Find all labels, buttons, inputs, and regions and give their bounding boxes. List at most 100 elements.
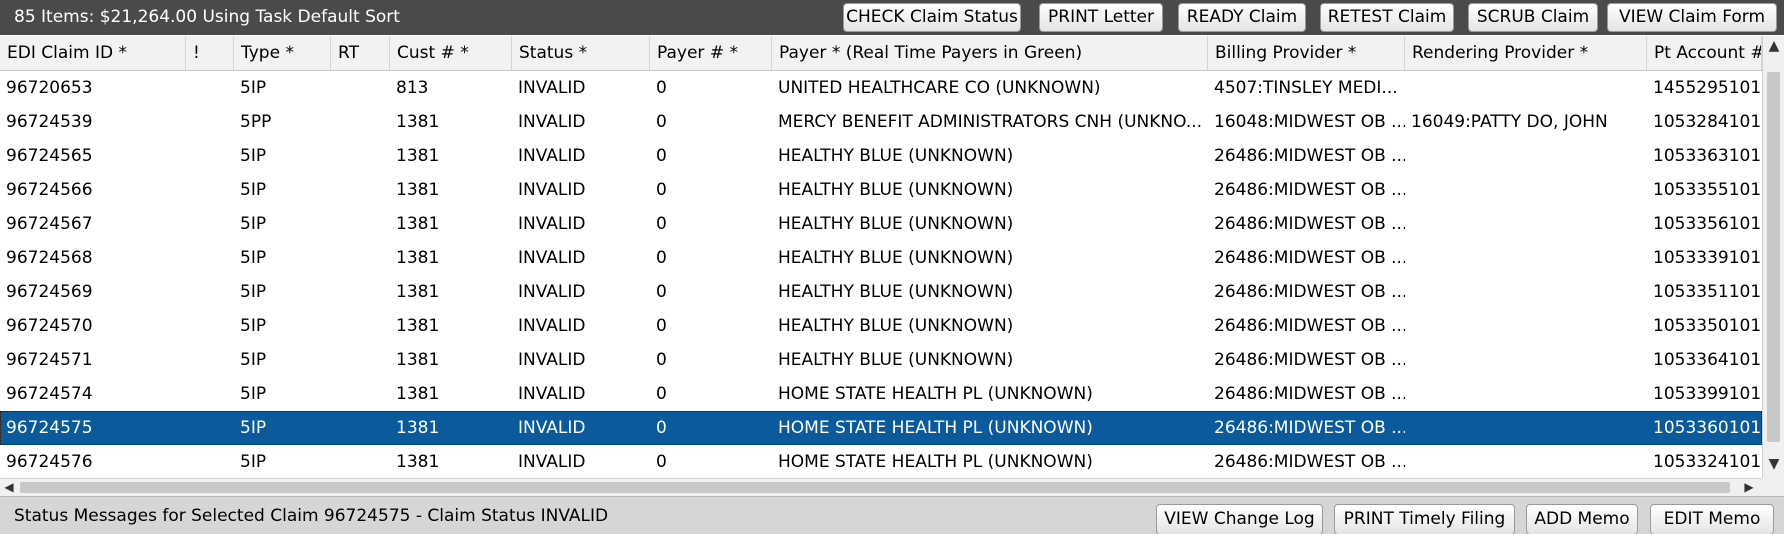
ready-claim-button[interactable]: READY Claim	[1178, 3, 1306, 32]
col-header-rt[interactable]: RT	[331, 36, 390, 70]
cell-cust-number: 1381	[396, 146, 440, 166]
table-row[interactable]: 96724571 5IP 1381 INVALID 0 HEALTHY BLUE (UNK…	[0, 343, 1762, 377]
table-row[interactable]: 96720653 5IP 813 INVALID 0 UNITED HEALTHCARE …	[0, 71, 1762, 105]
cell-status: INVALID	[518, 316, 586, 336]
cell-payer-number: 0	[656, 78, 667, 98]
cell-payer: HOME STATE HEALTH PL (UNKNOWN)	[778, 452, 1093, 472]
cell-rt	[331, 377, 390, 411]
claims-grid: EDI Claim ID * ! Type * RT Cust # * Stat…	[0, 36, 1784, 496]
vertical-scrollbar[interactable]: ▲ ▼	[1762, 36, 1784, 478]
table-row[interactable]: 96724570 5IP 1381 INVALID 0 HEALTHY BLUE (UNK…	[0, 309, 1762, 343]
cell-billing-provider: 26486:MIDWEST OB ...	[1214, 282, 1405, 302]
cell-rendering-provider	[1405, 207, 1647, 241]
table-row[interactable]: 96724566 5IP 1381 INVALID 0 HEALTHY BLUE (UNK…	[0, 173, 1762, 207]
cell-flag	[186, 377, 234, 411]
table-row[interactable]: 96724574 5IP 1381 INVALID 0 HOME STATE HEALTH…	[0, 377, 1762, 411]
cell-payer: HEALTHY BLUE (UNKNOWN)	[778, 350, 1014, 370]
cell-edi-claim-id: 96724574	[6, 384, 93, 404]
add-memo-button[interactable]: ADD Memo	[1526, 504, 1638, 534]
cell-edi-claim-id: 96724575	[6, 418, 93, 438]
cell-pt-account: 1053360101C	[1653, 418, 1762, 438]
col-header-payer-number[interactable]: Payer # *	[650, 36, 772, 70]
vertical-scroll-thumb[interactable]	[1767, 72, 1780, 442]
cell-rendering-provider	[1405, 411, 1647, 445]
table-row[interactable]: 96724576 5IP 1381 INVALID 0 HOME STATE HEALTH…	[0, 445, 1762, 479]
cell-pt-account: 1455295101C	[1653, 78, 1762, 98]
cell-cust-number: 1381	[396, 248, 440, 268]
cell-billing-provider: 26486:MIDWEST OB ...	[1214, 180, 1405, 200]
table-row[interactable]: 96724567 5IP 1381 INVALID 0 HEALTHY BLUE (UNK…	[0, 207, 1762, 241]
cell-rt	[331, 207, 390, 241]
retest-claim-button[interactable]: RETEST Claim	[1320, 3, 1454, 32]
print-letter-button[interactable]: PRINT Letter	[1039, 3, 1163, 32]
col-header-rendering-provider[interactable]: Rendering Provider *	[1405, 36, 1647, 70]
col-header-type[interactable]: Type *	[234, 36, 331, 70]
cell-rendering-provider	[1405, 445, 1647, 479]
cell-type: 5IP	[240, 452, 267, 472]
cell-flag	[186, 173, 234, 207]
cell-status: INVALID	[518, 452, 586, 472]
cell-billing-provider: 26486:MIDWEST OB ...	[1214, 350, 1405, 370]
cell-cust-number: 1381	[396, 214, 440, 234]
cell-rendering-provider	[1405, 309, 1647, 343]
cell-edi-claim-id: 96724565	[6, 146, 93, 166]
cell-rt	[331, 71, 390, 105]
edit-memo-button[interactable]: EDIT Memo	[1650, 504, 1774, 534]
cell-rendering-provider: 16049:PATTY DO, JOHN	[1411, 112, 1608, 132]
cell-rt	[331, 411, 390, 445]
cell-billing-provider: 16048:MIDWEST OB ...	[1214, 112, 1405, 132]
cell-rt	[331, 139, 390, 173]
cell-rendering-provider	[1405, 343, 1647, 377]
cell-payer-number: 0	[656, 180, 667, 200]
col-header-billing-provider[interactable]: Billing Provider *	[1208, 36, 1405, 70]
cell-cust-number: 1381	[396, 282, 440, 302]
col-header-pt-account[interactable]: Pt Account #	[1647, 36, 1762, 70]
cell-payer-number: 0	[656, 112, 667, 132]
table-row[interactable]: 96724565 5IP 1381 INVALID 0 HEALTHY BLUE (UNK…	[0, 139, 1762, 173]
cell-status: INVALID	[518, 78, 586, 98]
cell-pt-account: 1053350101C	[1653, 316, 1762, 336]
scroll-up-icon[interactable]: ▲	[1766, 38, 1782, 56]
cell-type: 5IP	[240, 282, 267, 302]
cell-billing-provider: 26486:MIDWEST OB ...	[1214, 384, 1405, 404]
horizontal-scrollbar[interactable]: ◀ ▶	[0, 478, 1762, 496]
cell-edi-claim-id: 96724570	[6, 316, 93, 336]
cell-billing-provider: 26486:MIDWEST OB ...	[1214, 248, 1405, 268]
check-claim-status-button[interactable]: CHECK Claim Status	[843, 3, 1021, 32]
col-header-edi-claim-id[interactable]: EDI Claim ID *	[0, 36, 186, 70]
scroll-right-icon[interactable]: ▶	[1742, 479, 1756, 495]
cell-payer-number: 0	[656, 282, 667, 302]
cell-payer-number: 0	[656, 350, 667, 370]
table-row[interactable]: 96724539 5PP 1381 INVALID 0 MERCY BENEFIT ADM…	[0, 105, 1762, 139]
col-header-cust-number[interactable]: Cust # *	[390, 36, 512, 70]
print-timely-filing-button[interactable]: PRINT Timely Filing	[1334, 504, 1515, 534]
view-change-log-button[interactable]: VIEW Change Log	[1156, 504, 1323, 534]
col-header-flag[interactable]: !	[186, 36, 234, 70]
cell-status: INVALID	[518, 146, 586, 166]
scroll-left-icon[interactable]: ◀	[2, 479, 16, 495]
cell-status: INVALID	[518, 180, 586, 200]
col-header-payer[interactable]: Payer * (Real Time Payers in Green)	[772, 36, 1208, 70]
table-row[interactable]: 96724569 5IP 1381 INVALID 0 HEALTHY BLUE (UNK…	[0, 275, 1762, 309]
cell-status: INVALID	[518, 384, 586, 404]
scrub-claim-button[interactable]: SCRUB Claim	[1468, 3, 1598, 32]
cell-payer: HOME STATE HEALTH PL (UNKNOWN)	[778, 418, 1093, 438]
cell-rt	[331, 343, 390, 377]
cell-type: 5IP	[240, 214, 267, 234]
cell-payer-number: 0	[656, 452, 667, 472]
cell-type: 5IP	[240, 418, 267, 438]
cell-pt-account: 1053364101C	[1653, 350, 1762, 370]
cell-payer-number: 0	[656, 248, 667, 268]
cell-rt	[331, 309, 390, 343]
cell-billing-provider: 26486:MIDWEST OB ...	[1214, 418, 1405, 438]
table-row[interactable]: 96724575 5IP 1381 INVALID 0 HOME STATE HEALTH…	[0, 411, 1762, 445]
cell-pt-account: 1053339101C	[1653, 248, 1762, 268]
table-row[interactable]: 96724568 5IP 1381 INVALID 0 HEALTHY BLUE (UNK…	[0, 241, 1762, 275]
view-claim-form-button[interactable]: VIEW Claim Form	[1607, 3, 1777, 32]
col-header-status[interactable]: Status *	[512, 36, 650, 70]
cell-pt-account: 1053355101C	[1653, 180, 1762, 200]
cell-payer: HEALTHY BLUE (UNKNOWN)	[778, 248, 1014, 268]
horizontal-scroll-thumb[interactable]	[20, 482, 1730, 493]
scroll-down-icon[interactable]: ▼	[1766, 456, 1782, 474]
cell-flag	[186, 105, 234, 139]
